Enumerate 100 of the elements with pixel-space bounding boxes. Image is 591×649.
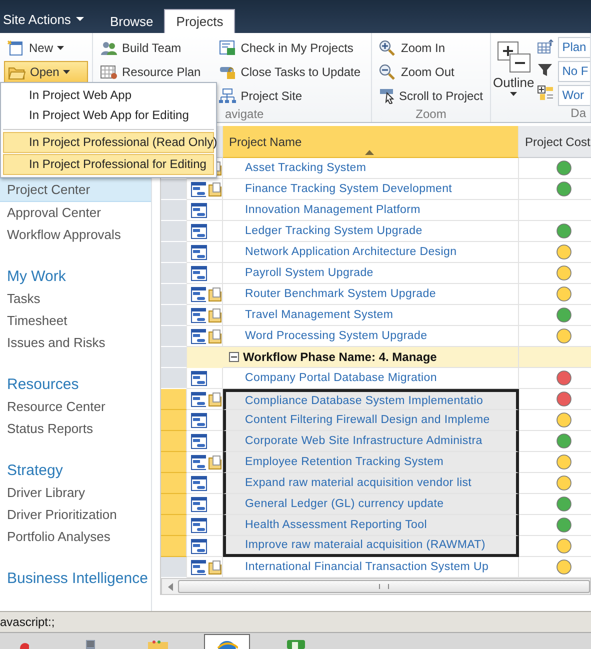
nav-item[interactable]: Timesheet [0, 310, 151, 332]
column-header[interactable]: Project Name [223, 126, 519, 158]
schedule-icon[interactable] [191, 412, 207, 428]
table-icon [537, 39, 556, 55]
project-link[interactable]: Network Application Architecture Design [245, 246, 457, 258]
schedule-icon[interactable] [191, 370, 207, 386]
schedule-icon[interactable] [191, 244, 207, 260]
dropdown-field[interactable]: Wor [558, 85, 590, 106]
project-link[interactable]: Expand raw material acquisition vendor list [245, 477, 472, 489]
group-title: Workflow Phase Name: 4. Manage [243, 350, 437, 364]
zoom-out-button[interactable]: Zoom Out [376, 61, 486, 83]
menu-item[interactable]: In Project Professional for Editing [3, 154, 214, 175]
schedule-icon[interactable] [191, 182, 206, 196]
status-text: avascript:; [0, 615, 55, 629]
project-site-button[interactable]: Project Site [216, 85, 364, 107]
menu-item[interactable]: In Project Web App for Editing [3, 105, 214, 125]
project-link[interactable]: Word Processing System Upgrade [245, 330, 428, 342]
nav-item[interactable]: Resource Center [0, 396, 151, 418]
schedule-icon[interactable] [191, 266, 207, 280]
zoom-out-icon [379, 64, 397, 80]
schedule-icon[interactable] [191, 224, 207, 238]
caret-icon [76, 17, 84, 22]
group-label: Da [570, 106, 586, 122]
scroll-left-icon[interactable] [168, 582, 174, 590]
close-tasks-button[interactable]: Close Tasks to Update [216, 61, 364, 83]
project-link[interactable]: Health Assessment Reporting Tool [245, 519, 427, 531]
menu-item[interactable]: In Project Web App [3, 85, 214, 105]
horizontal-scrollbar[interactable] [161, 578, 591, 595]
site-actions-menu[interactable]: Site Actions [0, 12, 87, 27]
nav-item[interactable]: Driver Prioritization [0, 504, 151, 526]
lock-icon [218, 64, 237, 80]
folder-icon[interactable] [208, 182, 222, 196]
folder-icon[interactable] [208, 560, 222, 574]
caret-icon [63, 70, 70, 74]
nav-item[interactable]: Approval Center [0, 202, 151, 224]
schedule-icon[interactable] [191, 434, 207, 448]
project-link[interactable]: General Ledger (GL) currency update [245, 498, 444, 510]
project-link[interactable]: Payroll System Upgrade [245, 267, 374, 279]
project-link[interactable]: Travel Management System [245, 309, 394, 321]
new-button[interactable]: New [4, 37, 88, 59]
project-link[interactable]: Improve raw materaial acquisition (RAWMAT) [245, 539, 486, 551]
nav-item[interactable]: Project Center [0, 178, 151, 202]
project-link[interactable]: Innovation Management Platform [245, 204, 420, 216]
caret-icon [510, 92, 518, 96]
nav-item[interactable]: Driver Library [0, 482, 151, 504]
folder-icon[interactable] [208, 454, 222, 470]
zoom-in-button[interactable]: Zoom In [376, 37, 486, 59]
project-link[interactable]: Employee Retention Tracking System [245, 456, 444, 468]
check-in-button[interactable]: Check in My Projects [216, 37, 364, 59]
ribbon-tab[interactable]: Projects [164, 9, 236, 33]
scroll-to-project-button[interactable]: Scroll to Project [376, 85, 486, 107]
schedule-icon[interactable] [191, 286, 206, 302]
schedule-icon[interactable] [191, 518, 207, 532]
outline-icon [496, 41, 531, 73]
app-icon [285, 639, 307, 649]
nav-item[interactable]: Tasks [0, 288, 151, 310]
nav-heading[interactable]: Resources [0, 374, 151, 396]
grid-icon [537, 85, 556, 101]
project-link[interactable]: Router Benchmark System Upgrade [245, 288, 436, 300]
project-link[interactable]: Compliance Database System Implementatio [245, 394, 484, 406]
nav-item[interactable]: Status Reports [0, 418, 151, 440]
project-link[interactable]: Company Portal Database Migration [245, 372, 437, 384]
schedule-icon[interactable] [191, 476, 207, 490]
folder-icon[interactable] [208, 328, 222, 344]
dropdown-field[interactable]: Plan [558, 37, 590, 58]
project-link[interactable]: Corporate Web Site Infrastructure Administra [245, 435, 482, 447]
column-header[interactable]: Project Cost [519, 126, 591, 158]
outline-button[interactable]: Outline [493, 37, 534, 106]
schedule-icon[interactable] [191, 392, 206, 406]
project-link[interactable]: International Financial Transaction System Up [245, 561, 489, 573]
schedule-icon[interactable] [191, 328, 206, 344]
schedule-icon[interactable] [191, 538, 207, 554]
build-team-button[interactable]: Build Team [97, 37, 204, 59]
taskbar-browser-button[interactable] [204, 634, 250, 649]
open-button[interactable]: Open [4, 61, 88, 83]
ribbon-tab[interactable]: Browse [100, 10, 162, 33]
check-in-icon [218, 40, 237, 56]
schedule-icon[interactable] [191, 454, 206, 470]
nav-heading[interactable]: My Work [0, 266, 151, 288]
schedule-icon[interactable] [191, 308, 206, 322]
nav-item[interactable]: Issues and Risks [0, 332, 151, 354]
project-link[interactable]: Asset Tracking System [245, 162, 366, 174]
nav-item[interactable]: Portfolio Analyses [0, 526, 151, 548]
schedule-icon[interactable] [191, 560, 206, 574]
menu-item[interactable]: In Project Professional (Read Only) [3, 132, 214, 153]
project-link[interactable]: Content Filtering Firewall Design and Impleme [245, 414, 490, 426]
nav-heading[interactable]: Strategy [0, 460, 151, 482]
schedule-icon[interactable] [191, 496, 207, 512]
collapse-icon[interactable] [229, 352, 239, 362]
server-icon [83, 639, 97, 649]
folder-icon[interactable] [208, 308, 222, 322]
folder-icon[interactable] [208, 286, 222, 302]
folder-icon[interactable] [208, 392, 222, 406]
globe-icon [216, 639, 238, 649]
project-link[interactable]: Finance Tracking System Development [245, 183, 452, 195]
nav-item[interactable]: Workflow Approvals [0, 224, 151, 246]
dropdown-field[interactable]: No F [558, 61, 590, 82]
schedule-icon[interactable] [191, 202, 207, 218]
project-link[interactable]: Ledger Tracking System Upgrade [245, 225, 422, 237]
nav-heading[interactable]: Business Intelligence [0, 568, 151, 590]
